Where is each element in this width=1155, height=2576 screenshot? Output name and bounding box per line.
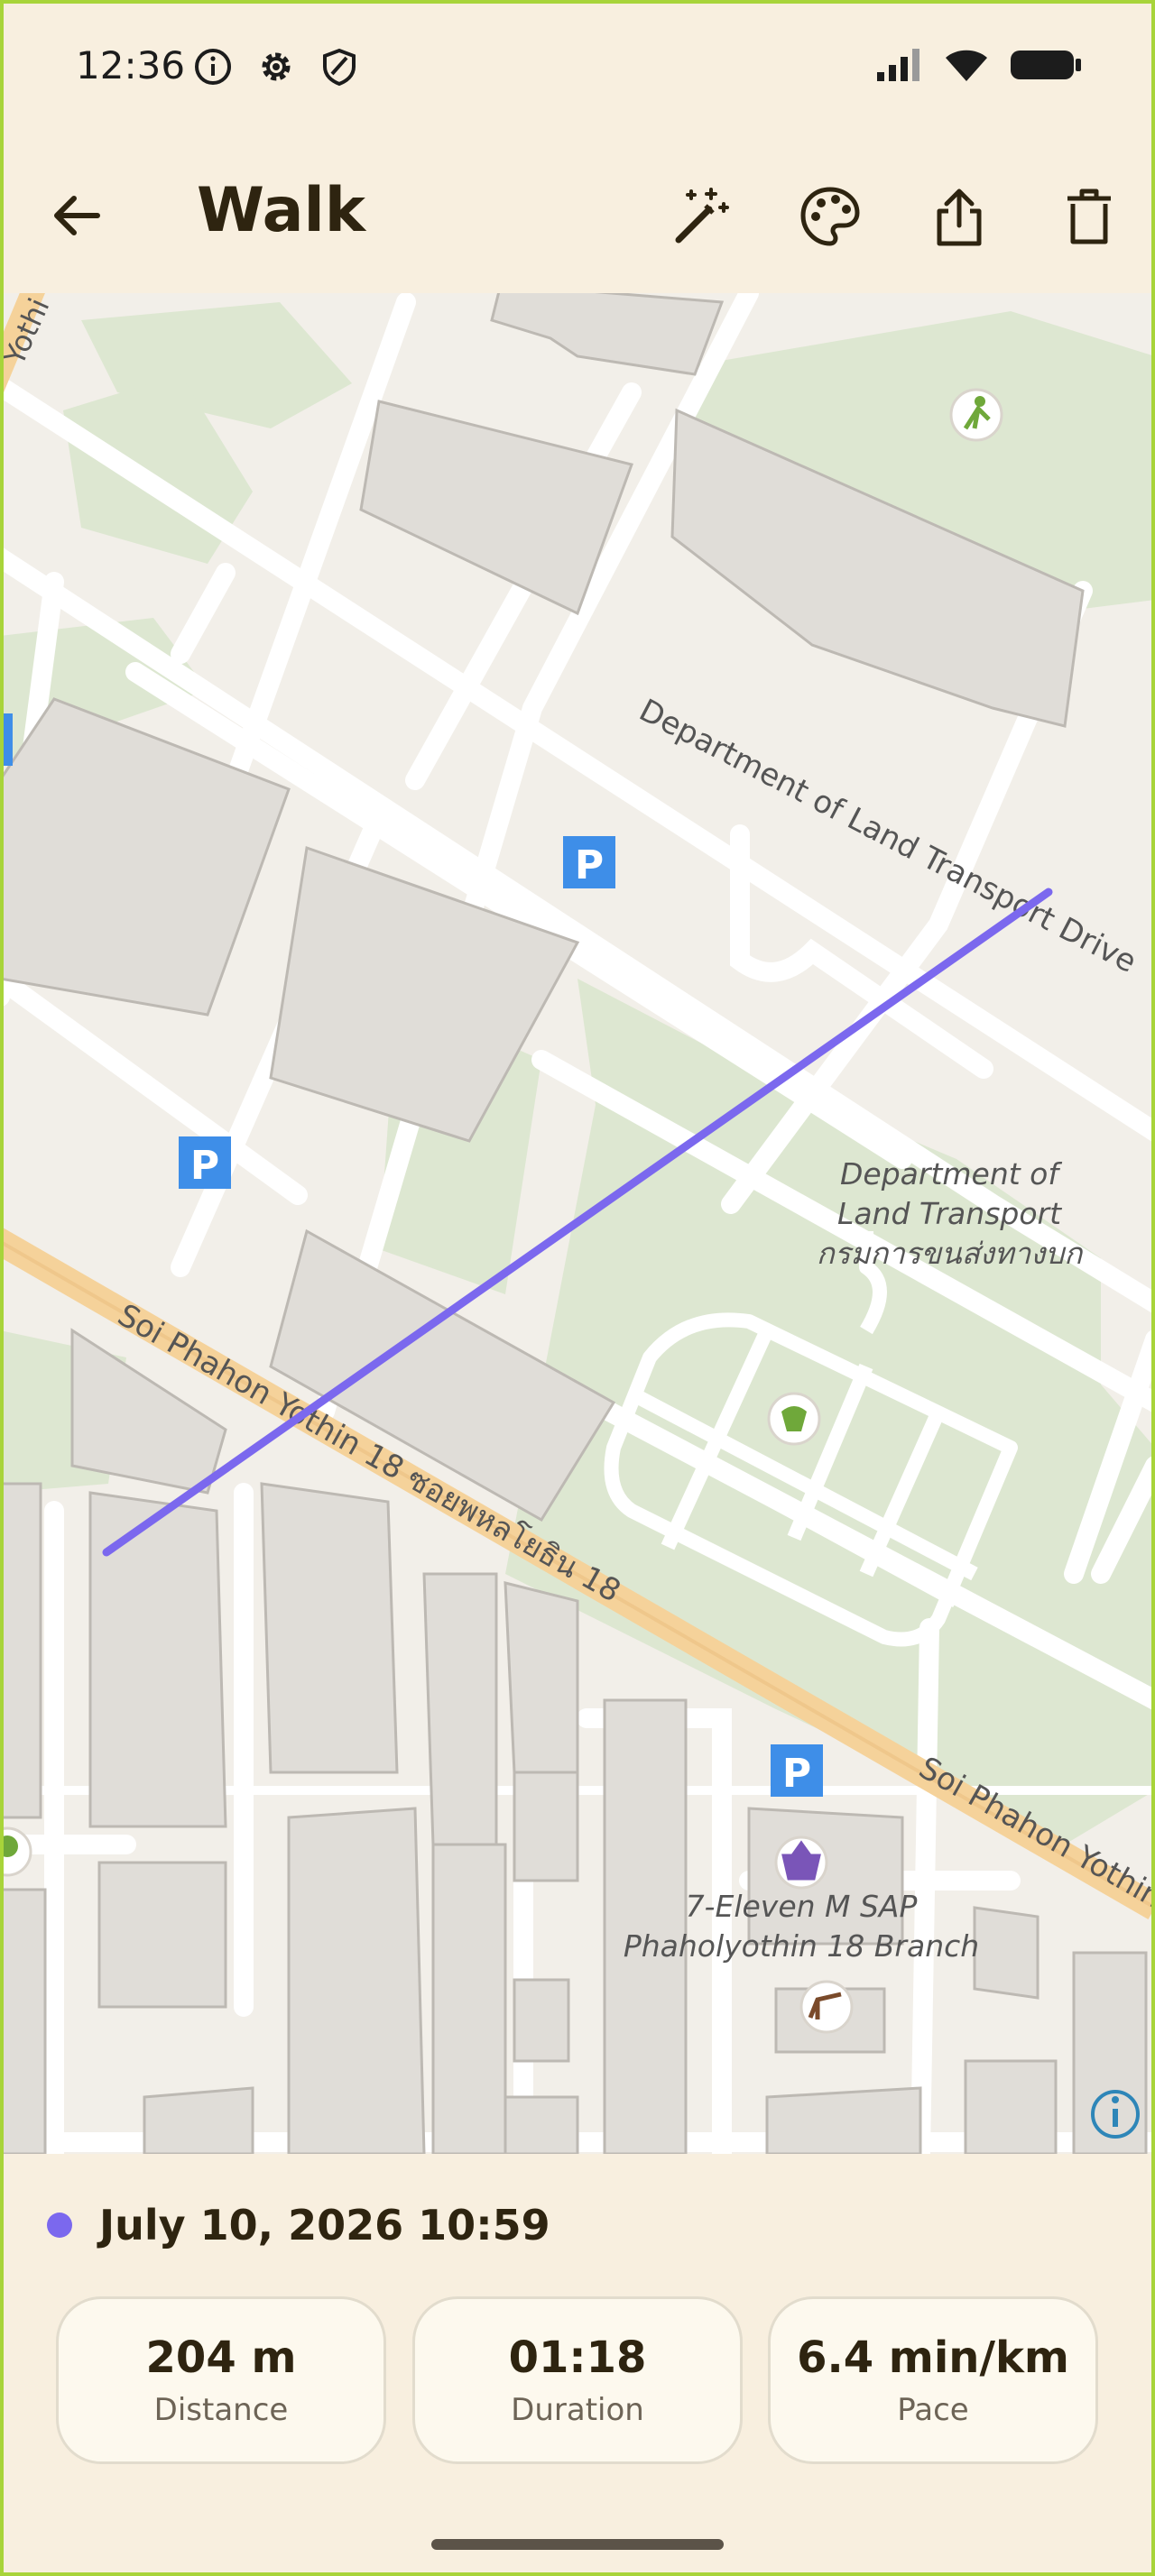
app-bar: Walk	[0, 135, 1155, 293]
route-map[interactable]: P P P Department of Land Transport Drive…	[0, 293, 1155, 2154]
arrow-left-icon	[54, 196, 100, 235]
stat-value: 01:18	[508, 2332, 647, 2383]
delete-icon	[1067, 189, 1111, 244]
svg-text:7-Eleven M SAP: 7-Eleven M SAP	[686, 1889, 918, 1924]
signal-icon	[877, 49, 919, 81]
status-icons-right	[875, 47, 1083, 83]
delete-button[interactable]	[1055, 182, 1123, 251]
auto-fix-button[interactable]	[666, 182, 735, 251]
svg-text:Phaholyothin 18 Branch: Phaholyothin 18 Branch	[624, 1928, 979, 1964]
svg-text:P: P	[782, 1751, 811, 1797]
magic-wand-icon	[675, 188, 729, 244]
dlt-label: Department of Land Transport กรมการขนส่ง…	[817, 1156, 1084, 1271]
share-icon	[937, 189, 982, 246]
place-icon	[799, 1980, 854, 2034]
stat-label: Distance	[153, 2392, 289, 2428]
wifi-icon	[946, 50, 987, 81]
home-indicator[interactable]	[431, 2539, 724, 2550]
stat-label: Pace	[897, 2392, 969, 2428]
stat-card-duration: 01:18 Duration	[412, 2296, 743, 2464]
status-icons-left	[193, 47, 359, 87]
info-icon	[195, 49, 231, 85]
stat-card-distance: 204 m Distance	[56, 2296, 386, 2464]
color-button[interactable]	[796, 182, 864, 251]
palette-icon	[800, 187, 860, 246]
activity-color-dot	[47, 2213, 72, 2238]
stat-card-pace: 6.4 min/km Pace	[768, 2296, 1098, 2464]
svg-text:P: P	[575, 842, 604, 888]
share-button[interactable]	[925, 182, 993, 251]
activity-panel: July 10, 2026 10:59 204 m Distance 01:18…	[0, 2154, 1155, 2576]
activity-date: July 10, 2026 10:59	[99, 2201, 550, 2249]
back-button[interactable]	[45, 184, 108, 247]
shield-icon	[323, 48, 356, 87]
stat-value: 204 m	[145, 2332, 297, 2383]
activity-date-row: July 10, 2026 10:59	[47, 2201, 550, 2249]
svg-text:กรมการขนส่งทางบก: กรมการขนส่งทางบก	[817, 1236, 1084, 1271]
shop-basket-icon	[774, 1835, 828, 1890]
garden-icon	[767, 1392, 821, 1446]
map-canvas[interactable]: P P P Department of Land Transport Drive…	[0, 293, 1155, 2154]
svg-text:P: P	[190, 1143, 219, 1189]
sport-pitch-icon	[949, 388, 1003, 442]
battery-icon	[1011, 51, 1081, 79]
svg-text:Department of: Department of	[840, 1156, 1062, 1191]
status-bar: 12:36	[0, 0, 1155, 135]
settings-gear-icon	[262, 52, 291, 81]
status-time: 12:36	[76, 43, 186, 87]
page-title: Walk	[197, 175, 365, 246]
stat-label: Duration	[511, 2392, 644, 2428]
stat-value: 6.4 min/km	[797, 2332, 1069, 2383]
svg-text:Land Transport: Land Transport	[837, 1196, 1062, 1231]
